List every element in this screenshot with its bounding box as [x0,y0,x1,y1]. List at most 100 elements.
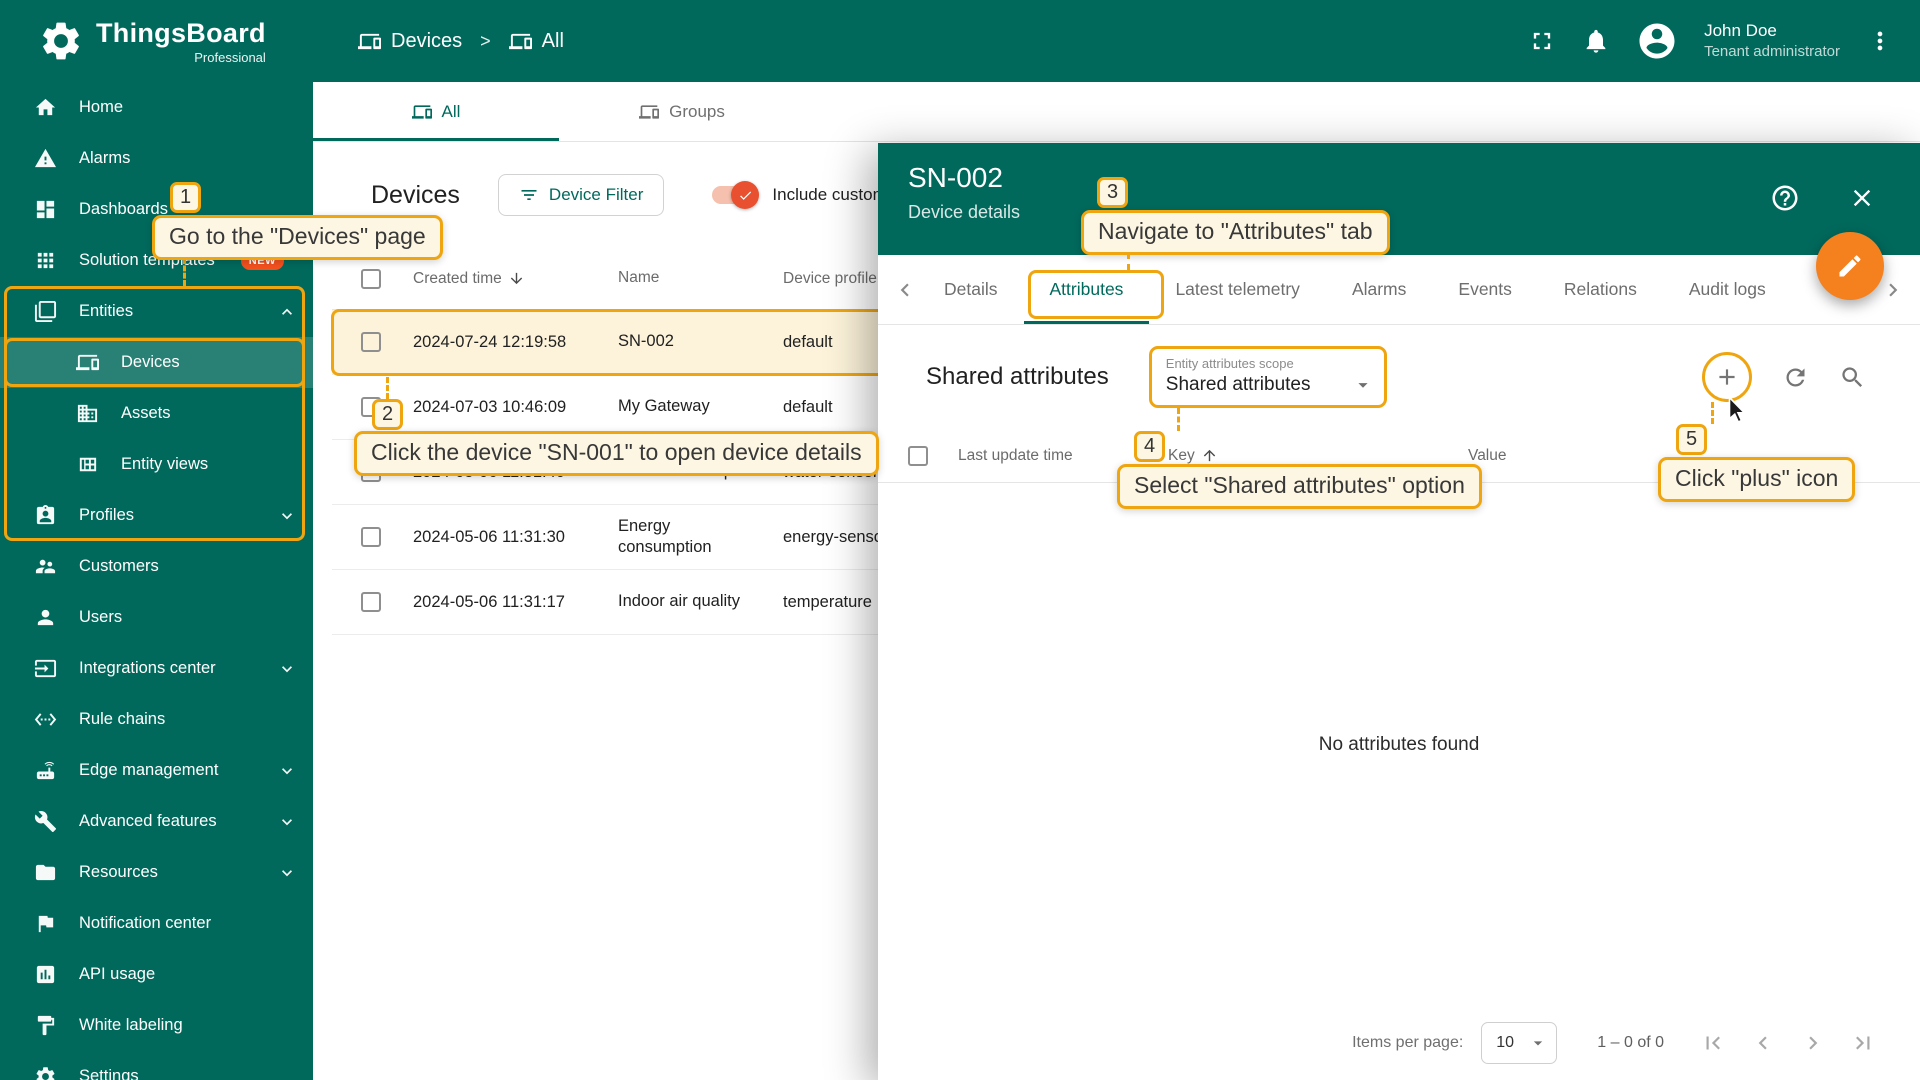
breadcrumb-devices[interactable]: Devices [358,30,462,53]
tab-groups[interactable]: Groups [559,82,805,141]
sidebar-item-label: Entity views [121,455,209,473]
cell-created-time: 2024-07-24 12:19:58 [413,332,567,351]
search-icon[interactable] [1839,364,1866,391]
previous-page-icon[interactable] [1750,1030,1776,1056]
sidebar-item-notification-center[interactable]: Notification center [0,898,313,949]
panel-tab-relations[interactable]: Relations [1538,255,1663,324]
breadcrumb: Devices > All [358,30,564,53]
devices-icon [411,102,432,122]
cell-created-time: 2024-05-06 11:31:30 [413,527,565,546]
empty-state-text: No attributes found [1318,733,1480,755]
last-page-icon[interactable] [1850,1030,1876,1056]
column-key[interactable]: Key [1168,447,1468,465]
devices-icon [76,351,99,374]
panel-tab-audit-logs[interactable]: Audit logs [1663,255,1792,324]
annotation-connector-4 [1177,408,1180,431]
select-all-attributes-checkbox[interactable] [908,445,928,466]
tab-all[interactable]: All [313,82,559,141]
thingsboard-logo[interactable]: ThingsBoard Professional [0,18,313,65]
row-checkbox[interactable] [361,332,381,352]
toggle-track [712,181,760,209]
alarm-icon [34,147,57,170]
chevron-down-icon [277,863,297,883]
cell-created-time: 2024-05-06 11:31:17 [413,592,565,611]
fullscreen-icon[interactable] [1528,27,1556,55]
column-name[interactable]: Name [618,268,783,288]
filter-icon [519,185,539,205]
sidebar-item-integrations-center[interactable]: Integrations center [0,643,313,694]
sidebar-item-entity-views[interactable]: Entity views [0,439,313,490]
sidebar-item-api-usage[interactable]: API usage [0,949,313,1000]
chevron-up-icon [277,302,297,322]
annotation-connector-2 [386,377,389,399]
device-filter-button[interactable]: Device Filter [497,174,665,216]
user-icon [34,606,57,629]
breadcrumb-all[interactable]: All [508,30,564,53]
help-icon[interactable] [1770,183,1800,213]
close-icon[interactable] [1848,184,1876,212]
panel-tab-latest-telemetry[interactable]: Latest telemetry [1149,255,1326,324]
sidebar-item-entities[interactable]: Entities [0,286,313,337]
edit-fab-button[interactable] [1816,232,1884,300]
profiles-icon [34,504,57,527]
next-page-icon[interactable] [1800,1030,1826,1056]
sidebar-item-home[interactable]: Home [0,82,313,133]
row-checkbox[interactable] [361,527,381,547]
tabs-scroll-left-icon[interactable] [892,277,918,303]
resources-icon [34,861,57,884]
panel-tab-events[interactable]: Events [1432,255,1538,324]
column-created-time[interactable]: Created time [413,270,618,288]
sidebar-item-devices[interactable]: Devices [0,337,313,388]
panel-tab-details[interactable]: Details [918,255,1024,324]
annotation-connector-3 [1127,253,1130,270]
sidebar-item-edge-management[interactable]: Edge management [0,745,313,796]
notifications-bell-icon[interactable] [1582,27,1610,55]
annotation-badge-2: 2 [372,399,403,430]
annotation-connector-5 [1711,402,1714,424]
sidebar-item-alarms[interactable]: Alarms [0,133,313,184]
sidebar-item-customers[interactable]: Customers [0,541,313,592]
avatar[interactable] [1636,20,1678,62]
sidebar-item-rule-chains[interactable]: Rule chains [0,694,313,745]
items-per-page-select[interactable]: 10 [1481,1022,1558,1064]
sidebar-item-label: API usage [79,965,156,983]
sidebar-item-assets[interactable]: Assets [0,388,313,439]
user-info[interactable]: John Doe Tenant administrator [1704,20,1840,62]
refresh-icon[interactable] [1782,364,1809,391]
panel-header: SN-002 Device details [878,143,1920,255]
plus-icon[interactable] [1714,364,1740,390]
panel-tabs: Details Attributes Latest telemetry Alarms E… [878,255,1920,325]
annotation-callout-5: Click "plus" icon [1658,457,1856,502]
white-label-icon [34,1014,57,1037]
pagination-range: 1 – 0 of 0 [1597,1034,1664,1051]
items-per-page-label: Items per page: [1352,1034,1464,1051]
user-name: John Doe [1704,21,1777,41]
sidebar-item-profiles[interactable]: Profiles [0,490,313,541]
devices-icon [639,102,660,122]
tabs-scroll-right-icon[interactable] [1880,277,1906,303]
entity-tabbar: All Groups [313,82,1920,142]
first-page-icon[interactable] [1700,1030,1726,1056]
cell-name: Indoor air quality [618,592,740,611]
sidebar-item-settings[interactable]: Settings [0,1051,313,1080]
panel-tab-attributes[interactable]: Attributes [1024,255,1150,324]
sidebar-item-label: Home [79,98,124,116]
annotation-badge-5: 5 [1676,424,1707,455]
sidebar-item-white-labeling[interactable]: White labeling [0,1000,313,1051]
sidebar-item-users[interactable]: Users [0,592,313,643]
select-all-checkbox[interactable] [361,268,381,289]
sidebar-item-resources[interactable]: Resources [0,847,313,898]
tab-all-label: All [441,101,461,121]
templates-icon [34,249,57,272]
sidebar-item-advanced-features[interactable]: Advanced features [0,796,313,847]
header-actions: John Doe Tenant administrator [1528,20,1920,62]
entities-icon [34,300,57,323]
panel-tab-alarms[interactable]: Alarms [1326,255,1432,324]
more-menu-icon[interactable] [1866,27,1894,55]
thingsboard-logo-icon [38,18,84,64]
attributes-heading: Shared attributes [926,363,1109,390]
breadcrumb-devices-label: Devices [391,29,463,52]
chevron-down-icon [277,506,297,526]
attributes-scope-select[interactable]: Entity attributes scope Shared attribute… [1148,346,1387,408]
row-checkbox[interactable] [361,592,381,612]
